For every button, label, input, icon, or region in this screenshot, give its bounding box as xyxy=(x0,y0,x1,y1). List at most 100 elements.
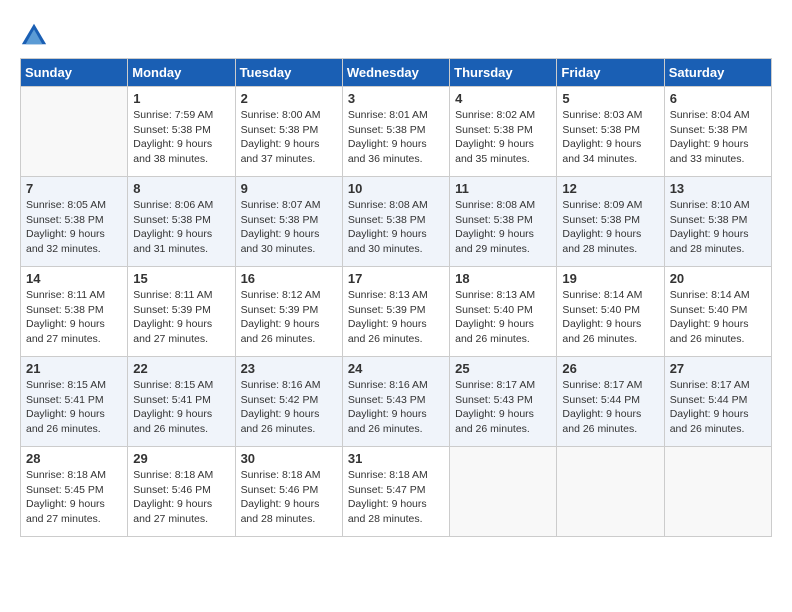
day-info: Sunrise: 8:09 AMSunset: 5:38 PMDaylight:… xyxy=(562,198,658,257)
calendar-cell xyxy=(557,447,664,537)
calendar-cell: 2Sunrise: 8:00 AMSunset: 5:38 PMDaylight… xyxy=(235,87,342,177)
calendar-cell: 25 Sunrise: 8:17 AMSunset: 5:43 PMDayligh… xyxy=(450,357,557,447)
calendar-cell: 28 Sunrise: 8:18 AMSunset: 5:45 PMDayligh… xyxy=(21,447,128,537)
calendar-header-monday: Monday xyxy=(128,59,235,87)
day-number: 24 xyxy=(348,361,444,376)
day-number: 23 xyxy=(241,361,337,376)
day-number: 15 xyxy=(133,271,229,286)
calendar-cell: 14Sunrise: 8:11 AMSunset: 5:38 PMDayligh… xyxy=(21,267,128,357)
day-info: Sunrise: 8:17 AMSunset: 5:44 PMDaylight:… xyxy=(670,378,766,437)
calendar-cell: 11Sunrise: 8:08 AMSunset: 5:38 PMDayligh… xyxy=(450,177,557,267)
calendar-cell: 1Sunrise: 7:59 AMSunset: 5:38 PMDaylight… xyxy=(128,87,235,177)
calendar-header-friday: Friday xyxy=(557,59,664,87)
day-info: Sunrise: 8:07 AMSunset: 5:38 PMDaylight:… xyxy=(241,198,337,257)
calendar-cell xyxy=(450,447,557,537)
calendar-cell: 8 Sunrise: 8:06 AMSunset: 5:38 PMDaylight… xyxy=(128,177,235,267)
calendar-cell: 21 Sunrise: 8:15 AMSunset: 5:41 PMDayligh… xyxy=(21,357,128,447)
day-info: Sunrise: 7:59 AMSunset: 5:38 PMDaylight:… xyxy=(133,108,229,167)
day-number: 30 xyxy=(241,451,337,466)
day-info: Sunrise: 8:15 AMSunset: 5:41 PMDaylight:… xyxy=(133,378,229,437)
day-info: Sunrise: 8:05 AMSunset: 5:38 PMDaylight:… xyxy=(26,198,122,257)
day-number: 27 xyxy=(670,361,766,376)
calendar-cell: 6 Sunrise: 8:04 AMSunset: 5:38 PMDaylight… xyxy=(664,87,771,177)
calendar-cell: 20 Sunrise: 8:14 AMSunset: 5:40 PMDayligh… xyxy=(664,267,771,357)
day-info: Sunrise: 8:06 AMSunset: 5:38 PMDaylight:… xyxy=(133,198,229,257)
calendar-week-row: 28 Sunrise: 8:18 AMSunset: 5:45 PMDayligh… xyxy=(21,447,772,537)
day-info: Sunrise: 8:14 AMSunset: 5:40 PMDaylight:… xyxy=(670,288,766,347)
day-number: 13 xyxy=(670,181,766,196)
calendar-week-row: 7 Sunrise: 8:05 AMSunset: 5:38 PMDaylight… xyxy=(21,177,772,267)
day-info: Sunrise: 8:17 AMSunset: 5:44 PMDaylight:… xyxy=(562,378,658,437)
calendar-cell: 4Sunrise: 8:02 AMSunset: 5:38 PMDaylight… xyxy=(450,87,557,177)
day-info: Sunrise: 8:11 AMSunset: 5:39 PMDaylight:… xyxy=(133,288,229,347)
calendar-cell: 27 Sunrise: 8:17 AMSunset: 5:44 PMDayligh… xyxy=(664,357,771,447)
day-info: Sunrise: 8:04 AMSunset: 5:38 PMDaylight:… xyxy=(670,108,766,167)
day-number: 20 xyxy=(670,271,766,286)
logo xyxy=(20,20,52,48)
calendar-cell: 17Sunrise: 8:13 AMSunset: 5:39 PMDayligh… xyxy=(342,267,449,357)
calendar-cell: 31Sunrise: 8:18 AMSunset: 5:47 PMDayligh… xyxy=(342,447,449,537)
calendar-header-thursday: Thursday xyxy=(450,59,557,87)
day-info: Sunrise: 8:12 AMSunset: 5:39 PMDaylight:… xyxy=(241,288,337,347)
day-number: 26 xyxy=(562,361,658,376)
day-info: Sunrise: 8:15 AMSunset: 5:41 PMDaylight:… xyxy=(26,378,122,437)
calendar-week-row: 1Sunrise: 7:59 AMSunset: 5:38 PMDaylight… xyxy=(21,87,772,177)
calendar-cell: 9 Sunrise: 8:07 AMSunset: 5:38 PMDaylight… xyxy=(235,177,342,267)
day-info: Sunrise: 8:13 AMSunset: 5:40 PMDaylight:… xyxy=(455,288,551,347)
calendar-header-tuesday: Tuesday xyxy=(235,59,342,87)
calendar-cell: 10Sunrise: 8:08 AMSunset: 5:38 PMDayligh… xyxy=(342,177,449,267)
calendar-cell xyxy=(21,87,128,177)
calendar-cell: 19 Sunrise: 8:14 AMSunset: 5:40 PMDayligh… xyxy=(557,267,664,357)
calendar-week-row: 21 Sunrise: 8:15 AMSunset: 5:41 PMDayligh… xyxy=(21,357,772,447)
day-number: 22 xyxy=(133,361,229,376)
day-number: 29 xyxy=(133,451,229,466)
calendar-cell: 15 Sunrise: 8:11 AMSunset: 5:39 PMDayligh… xyxy=(128,267,235,357)
day-number: 3 xyxy=(348,91,444,106)
calendar-cell: 24 Sunrise: 8:16 AMSunset: 5:43 PMDayligh… xyxy=(342,357,449,447)
day-number: 21 xyxy=(26,361,122,376)
day-info: Sunrise: 8:10 AMSunset: 5:38 PMDaylight:… xyxy=(670,198,766,257)
logo-icon xyxy=(20,20,48,48)
day-number: 14 xyxy=(26,271,122,286)
day-number: 12 xyxy=(562,181,658,196)
calendar-cell: 3 Sunrise: 8:01 AMSunset: 5:38 PMDaylight… xyxy=(342,87,449,177)
day-number: 11 xyxy=(455,181,551,196)
day-info: Sunrise: 8:18 AMSunset: 5:45 PMDaylight:… xyxy=(26,468,122,527)
day-number: 18 xyxy=(455,271,551,286)
day-info: Sunrise: 8:03 AMSunset: 5:38 PMDaylight:… xyxy=(562,108,658,167)
calendar-cell: 23Sunrise: 8:16 AMSunset: 5:42 PMDayligh… xyxy=(235,357,342,447)
day-info: Sunrise: 8:16 AMSunset: 5:43 PMDaylight:… xyxy=(348,378,444,437)
day-info: Sunrise: 8:08 AMSunset: 5:38 PMDaylight:… xyxy=(348,198,444,257)
day-info: Sunrise: 8:01 AMSunset: 5:38 PMDaylight:… xyxy=(348,108,444,167)
day-info: Sunrise: 8:18 AMSunset: 5:47 PMDaylight:… xyxy=(348,468,444,527)
day-number: 25 xyxy=(455,361,551,376)
calendar-header-row: SundayMondayTuesdayWednesdayThursdayFrid… xyxy=(21,59,772,87)
calendar-cell: 30 Sunrise: 8:18 AMSunset: 5:46 PMDayligh… xyxy=(235,447,342,537)
calendar-header-wednesday: Wednesday xyxy=(342,59,449,87)
day-number: 5 xyxy=(562,91,658,106)
calendar-cell: 29Sunrise: 8:18 AMSunset: 5:46 PMDayligh… xyxy=(128,447,235,537)
day-number: 7 xyxy=(26,181,122,196)
day-info: Sunrise: 8:18 AMSunset: 5:46 PMDaylight:… xyxy=(241,468,337,527)
calendar-cell: 13 Sunrise: 8:10 AMSunset: 5:38 PMDayligh… xyxy=(664,177,771,267)
day-number: 6 xyxy=(670,91,766,106)
calendar-table: SundayMondayTuesdayWednesdayThursdayFrid… xyxy=(20,58,772,537)
day-number: 17 xyxy=(348,271,444,286)
calendar-cell: 7 Sunrise: 8:05 AMSunset: 5:38 PMDaylight… xyxy=(21,177,128,267)
day-info: Sunrise: 8:14 AMSunset: 5:40 PMDaylight:… xyxy=(562,288,658,347)
day-number: 2 xyxy=(241,91,337,106)
day-number: 28 xyxy=(26,451,122,466)
day-info: Sunrise: 8:17 AMSunset: 5:43 PMDaylight:… xyxy=(455,378,551,437)
calendar-cell: 22 Sunrise: 8:15 AMSunset: 5:41 PMDayligh… xyxy=(128,357,235,447)
day-number: 19 xyxy=(562,271,658,286)
calendar-cell xyxy=(664,447,771,537)
calendar-header-sunday: Sunday xyxy=(21,59,128,87)
day-number: 9 xyxy=(241,181,337,196)
calendar-week-row: 14Sunrise: 8:11 AMSunset: 5:38 PMDayligh… xyxy=(21,267,772,357)
calendar-cell: 18 Sunrise: 8:13 AMSunset: 5:40 PMDayligh… xyxy=(450,267,557,357)
day-number: 8 xyxy=(133,181,229,196)
page-header xyxy=(20,20,772,48)
calendar-cell: 16Sunrise: 8:12 AMSunset: 5:39 PMDayligh… xyxy=(235,267,342,357)
calendar-cell: 5 Sunrise: 8:03 AMSunset: 5:38 PMDaylight… xyxy=(557,87,664,177)
calendar-cell: 26 Sunrise: 8:17 AMSunset: 5:44 PMDayligh… xyxy=(557,357,664,447)
